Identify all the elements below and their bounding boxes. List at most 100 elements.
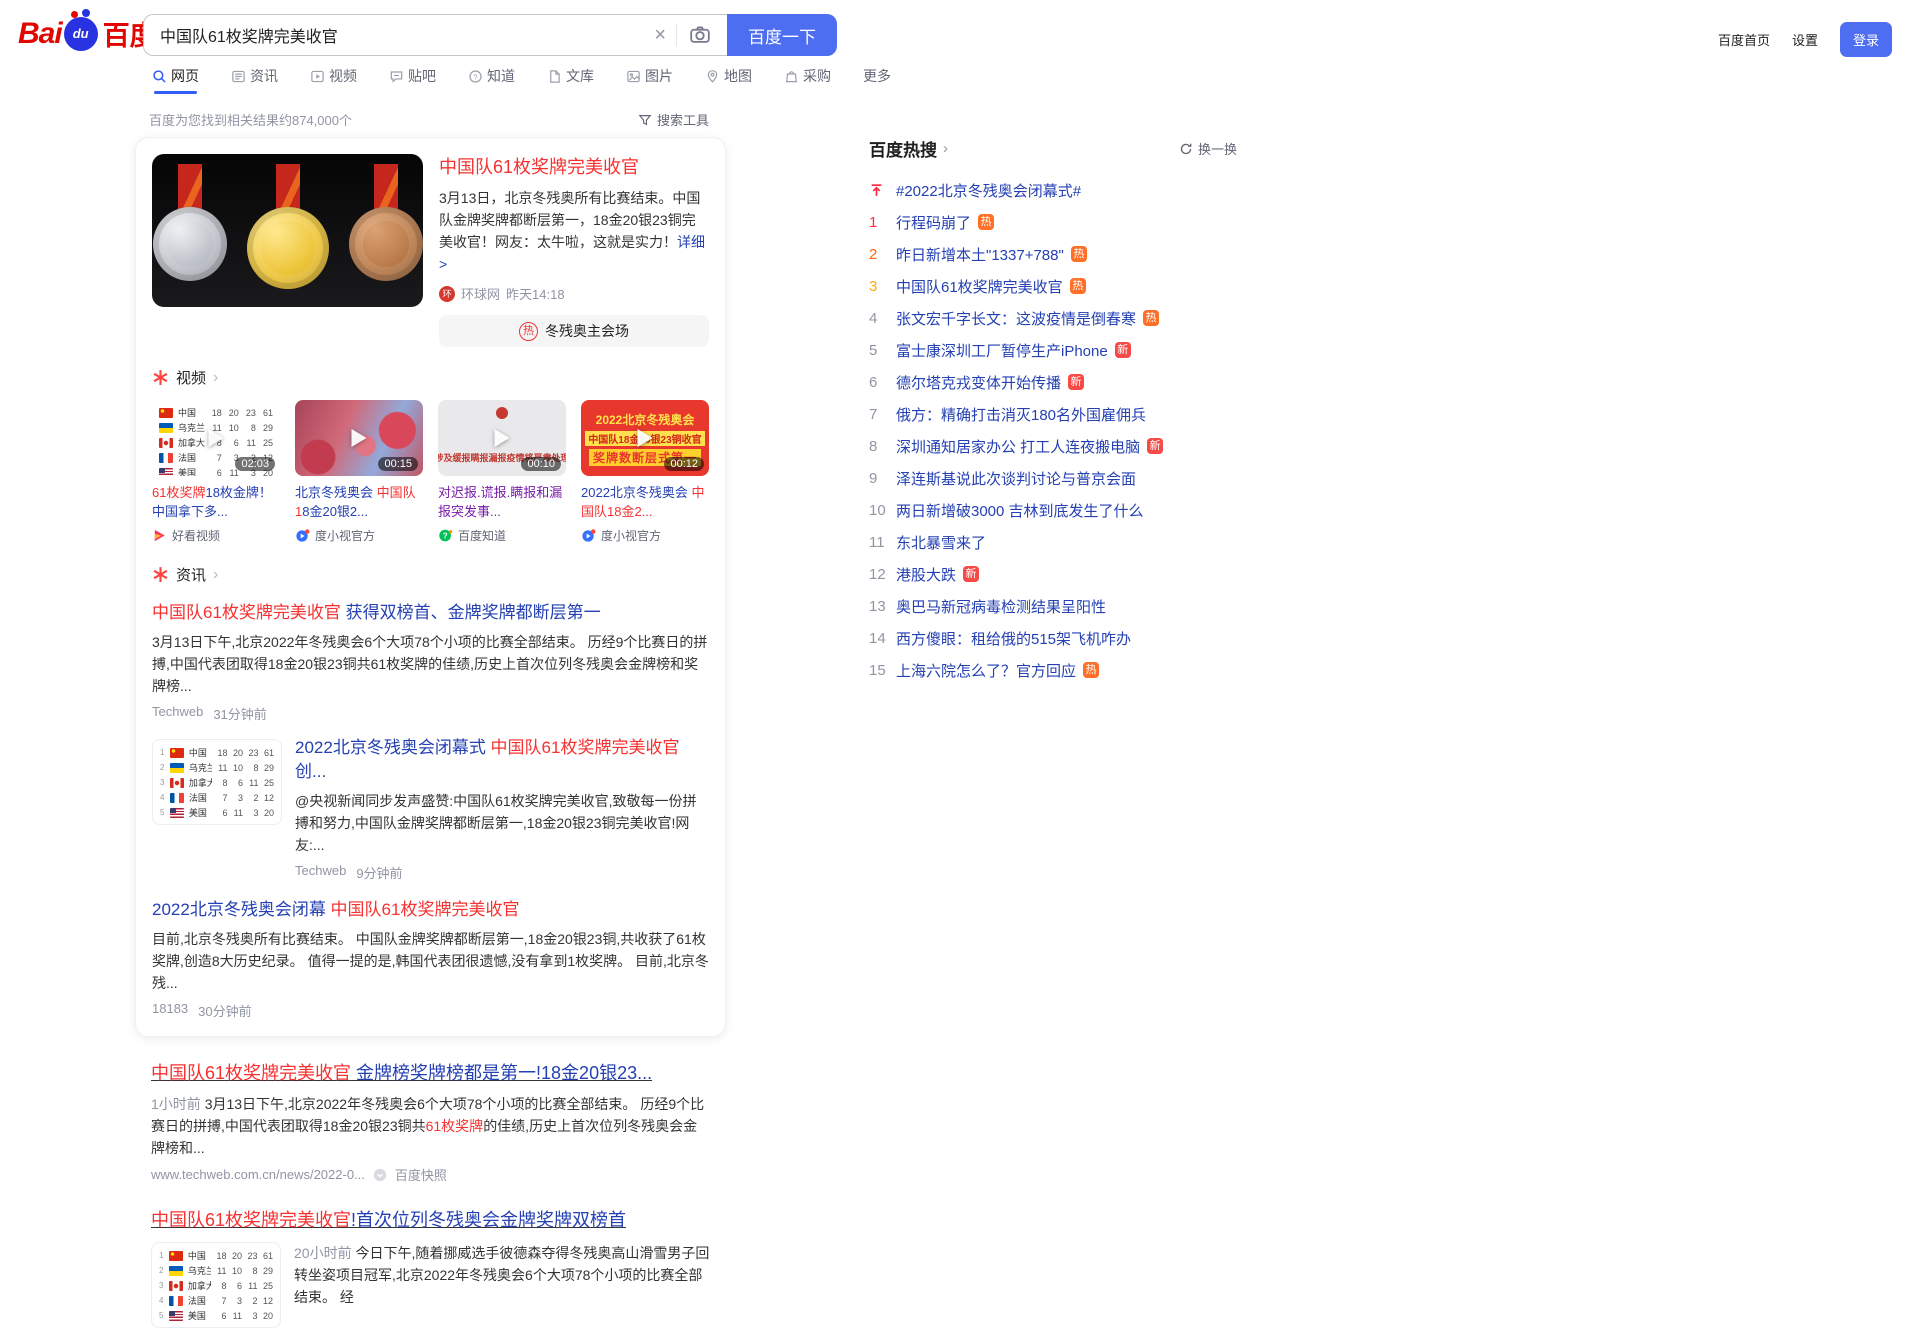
medal-standings-thumb[interactable]: 1中国182023612乌克兰11108293加拿大8611254法国73212… — [151, 1242, 281, 1328]
search-tools[interactable]: 搜索工具 — [638, 110, 709, 129]
medal-count: 3 — [247, 1311, 258, 1321]
news-source-row: Techweb31分钟前 — [152, 704, 709, 723]
medal-count: 7 — [210, 453, 222, 463]
pinned-arrow-icon — [869, 183, 896, 198]
login-button[interactable]: 登录 — [1840, 22, 1892, 57]
tab-采购[interactable]: 采购 — [784, 66, 831, 94]
medal-count: 2 — [248, 793, 259, 803]
hot-badge: 新 — [1147, 438, 1163, 454]
hot-search-link[interactable]: 富士康深圳工厂暂停生产iPhone — [896, 340, 1108, 361]
hot-badge: 新 — [1068, 374, 1084, 390]
medal-count: 8 — [247, 1266, 258, 1276]
play-icon — [352, 429, 367, 447]
video-section-header[interactable]: 视频 › — [152, 367, 709, 388]
hot-search-link[interactable]: 两日新增破3000 吉林到底发生了什么 — [896, 500, 1144, 521]
video-title[interactable]: 北京冬残奥会 中国队18金20银2... — [295, 483, 423, 521]
hot-search-link[interactable]: 俄方：精确打击消灭180名外国雇佣兵 — [896, 404, 1146, 425]
result-title[interactable]: 中国队61枚奖牌完美收官!首次位列冬残奥会金牌奖牌双榜首 — [151, 1208, 710, 1233]
hot-search-link[interactable]: 港股大跌 — [896, 564, 956, 585]
hot-search-link[interactable]: 行程码崩了 — [896, 212, 971, 233]
hot-search-item: 11东北暴雪来了 — [869, 526, 1237, 558]
result-url: www.techweb.com.cn/news/2022-0... — [151, 1167, 365, 1182]
chevron-right-icon: › — [213, 369, 218, 387]
baidu-home-link[interactable]: 百度首页 — [1718, 30, 1770, 49]
hot-badge: 热 — [978, 214, 994, 230]
search-button[interactable]: 百度一下 — [727, 14, 837, 56]
card-title[interactable]: 中国队61枚奖牌完美收官 — [439, 155, 709, 179]
tab-更多[interactable]: 更多 — [863, 66, 891, 94]
video-source-name: 度小视官方 — [601, 527, 661, 544]
svg-text:?: ? — [473, 72, 477, 81]
hot-search-item: 9泽连斯基说此次谈判讨论与普京会面 — [869, 462, 1237, 494]
hot-rank: 6 — [869, 374, 896, 391]
hot-search-link[interactable]: 上海六院怎么了？官方回应 — [896, 660, 1076, 681]
hot-search-link[interactable]: 深圳通知居家办公 打工人连夜搬电脑 — [896, 436, 1140, 457]
news-title[interactable]: 2022北京冬残奥会闭幕 中国队61枚奖牌完美收官 — [152, 898, 709, 922]
tab-知道[interactable]: ?知道 — [468, 66, 515, 94]
video-thumbnail[interactable]: 2022北京冬残奥会中国队18金20银23铜收官奖牌数断层式第一00:12 — [581, 400, 709, 476]
medals-image[interactable] — [152, 154, 423, 307]
hot-search-link[interactable]: 奥巴马新冠病毒检测结果呈阳性 — [896, 596, 1106, 617]
news-section-header[interactable]: 资讯 › — [152, 564, 709, 585]
wenku-icon — [547, 69, 562, 84]
video-title[interactable]: 对迟报.谎报.瞒报和漏报突发事... — [438, 483, 566, 521]
tab-图片[interactable]: 图片 — [626, 66, 673, 94]
medal-count: 23 — [247, 1251, 258, 1261]
medal-table-row: 5美国611320 — [160, 805, 274, 820]
country-name: 中国 — [188, 1249, 211, 1262]
medal-standings-thumb[interactable]: 1中国182023612乌克兰11108293加拿大8611254法国73212… — [152, 739, 282, 825]
tab-文库[interactable]: 文库 — [547, 66, 594, 94]
text-part: 2022北京冬残奥会闭幕 — [152, 900, 331, 919]
settings-link[interactable]: 设置 — [1792, 30, 1818, 49]
baidu-snapshot-link[interactable]: 百度快照 — [395, 1165, 447, 1184]
tab-资讯[interactable]: 资讯 — [231, 66, 278, 94]
hot-search-header[interactable]: 百度热搜 › — [869, 136, 948, 161]
hot-search-link[interactable]: 中国队61枚奖牌完美收官 — [896, 276, 1063, 297]
result-title[interactable]: 中国队61枚奖牌完美收官 金牌榜奖牌榜都是第一!18金20银23... — [151, 1061, 710, 1086]
hot-search-link[interactable]: 西方傻眼：租给俄的515架飞机咋办 — [896, 628, 1131, 649]
clear-icon[interactable]: × — [644, 24, 676, 47]
news-title[interactable]: 中国队61枚奖牌完美收官 获得双榜首、金牌奖牌都断层第一 — [152, 601, 709, 625]
result-body: 1中国182023612乌克兰11108293加拿大8611254法国73212… — [151, 1242, 710, 1328]
hot-search-link[interactable]: #2022北京冬残奥会闭幕式# — [896, 180, 1081, 201]
seal-icon — [496, 407, 508, 419]
caigou-icon — [784, 69, 799, 84]
video-thumbnail[interactable]: 00:15 — [295, 400, 423, 476]
hot-search-link[interactable]: 泽连斯基说此次谈判讨论与普京会面 — [896, 468, 1136, 489]
hot-search-link[interactable]: 东北暴雪来了 — [896, 532, 986, 553]
tab-地图[interactable]: 地图 — [705, 66, 752, 94]
news-title[interactable]: 2022北京冬残奥会闭幕式 中国队61枚奖牌完美收官 创... — [295, 736, 709, 784]
result-description: 1小时前 3月13日下午,北京2022年冬残奥会6个大项78个小项的比赛全部结束… — [151, 1093, 710, 1159]
news-item: 2022北京冬残奥会闭幕 中国队61枚奖牌完美收官目前,北京冬残奥所有比赛结束。… — [152, 898, 709, 1020]
medal-count: 12 — [264, 793, 275, 803]
video-thumbnail[interactable]: 涉及缓报瞒报漏报疫情将严肃处理00:10 — [438, 400, 566, 476]
tab-视频[interactable]: 视频 — [310, 66, 357, 94]
hot-search-item: 8深圳通知居家办公 打工人连夜搬电脑新 — [869, 430, 1237, 462]
tab-网页[interactable]: 网页 — [152, 66, 199, 94]
baidu-logo[interactable]: Bai du 百度 — [18, 14, 157, 53]
flag-ca-icon — [170, 778, 184, 788]
news-description: 目前,北京冬残奥所有比赛结束。 中国队金牌奖牌都断层第一,18金20银23铜,共… — [152, 928, 709, 994]
hot-search-item: 15上海六院怎么了？官方回应热 — [869, 654, 1237, 686]
hot-search-link[interactable]: 张文宏千字长文：这波疫情是倒春寒 — [896, 308, 1136, 329]
news-description: @央视新闻同步发声盛赞:中国队61枚奖牌完美收官,致敬每一份拼搏和努力,中国队金… — [295, 790, 709, 856]
hot-badge: 热 — [1083, 662, 1099, 678]
tab-贴吧[interactable]: 贴吧 — [389, 66, 436, 94]
search-input[interactable] — [160, 26, 644, 44]
hot-rank: 3 — [869, 278, 896, 295]
video-thumbnail[interactable]: 中国18202361乌克兰1110829加拿大861125法国73212美国61… — [152, 400, 280, 476]
bronze-medal — [349, 164, 423, 281]
video-title[interactable]: 61枚奖牌18枚金牌！中国拿下多... — [152, 483, 280, 521]
hot-rank: 4 — [869, 310, 896, 327]
video-title[interactable]: 2022北京冬残奥会 中国队18金2... — [581, 483, 709, 521]
rank: 2 — [159, 1266, 164, 1275]
hot-topic-bar[interactable]: 热 冬残奥主会场 — [439, 315, 709, 347]
video-source-name: 百度知道 — [458, 527, 506, 544]
camera-icon[interactable] — [677, 24, 715, 46]
hot-search-link[interactable]: 昨日新增本土"1337+788" — [896, 244, 1064, 265]
news-time: 31分钟前 — [213, 704, 266, 723]
hot-search-link[interactable]: 德尔塔克戎变体开始传播 — [896, 372, 1061, 393]
medal-count: 18 — [210, 408, 222, 418]
refresh-button[interactable]: 换一换 — [1179, 139, 1237, 158]
country-name: 乌克兰 — [189, 761, 212, 774]
